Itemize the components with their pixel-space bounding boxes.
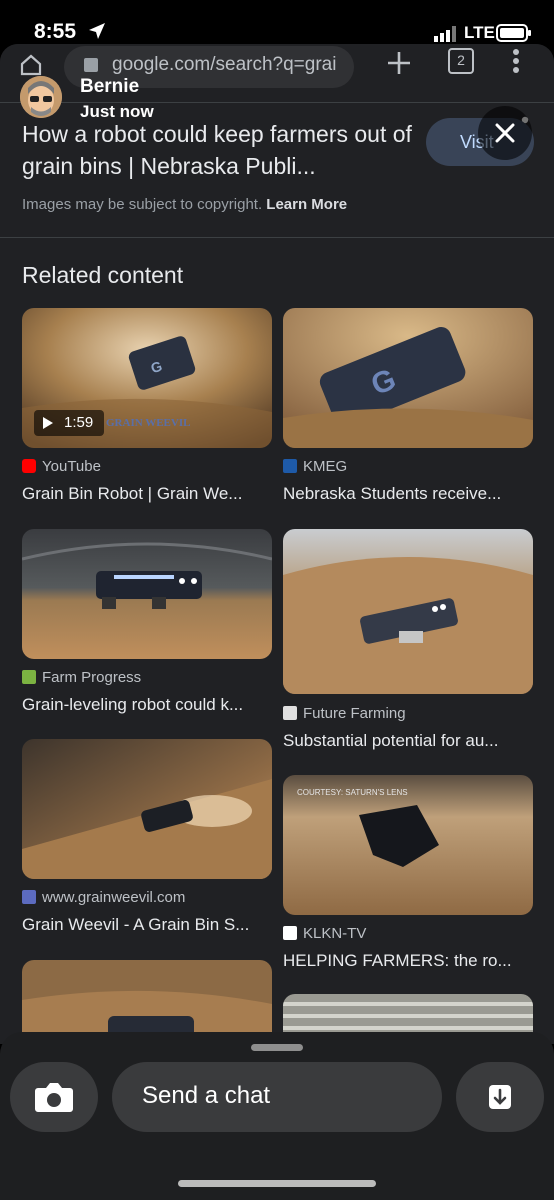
browser-screen: google.com/search?q=grai 2 Bernie Just n… (0, 44, 554, 1044)
divider (0, 237, 554, 238)
copyright-text: Images may be subject to copyright. (22, 196, 263, 213)
home-indicator (178, 1180, 376, 1187)
result-title[interactable]: How a robot could keep farmers out of gr… (22, 118, 422, 182)
source-name: www.grainweevil.com (42, 889, 186, 906)
thumbnail-image[interactable]: COURTESY: SATURN'S LENS (283, 775, 533, 915)
source-name: KLKN-TV (303, 925, 367, 942)
status-time: 8:55 (34, 20, 77, 43)
klkn-icon (283, 926, 297, 940)
thumbnail-image[interactable]: G GRAIN WEEVIL 1:59 (22, 308, 272, 448)
source-label: www.grainweevil.com (22, 889, 185, 906)
camera-icon (35, 1083, 73, 1112)
close-icon (495, 123, 515, 143)
card-title[interactable]: Nebraska Students receive... (283, 484, 533, 504)
network-type: LTE (464, 23, 495, 42)
video-duration: 1:59 (64, 414, 94, 431)
source-name: KMEG (303, 458, 348, 475)
download-button[interactable] (456, 1062, 544, 1132)
kmeg-icon (283, 459, 297, 473)
future-farming-icon (283, 706, 297, 720)
chat-bar: Send a chat (0, 1032, 554, 1200)
source-name: YouTube (42, 458, 101, 475)
card-title[interactable]: Substantial potential for au... (283, 731, 533, 751)
source-name: Farm Progress (42, 669, 142, 686)
card-title[interactable]: Grain-leveling robot could k... (22, 695, 272, 715)
thumbnail-image[interactable] (22, 739, 272, 879)
thumbnail-image[interactable]: G (283, 308, 533, 448)
learn-more-link[interactable]: Learn More (266, 196, 347, 213)
thumbnail-image[interactable] (283, 529, 533, 694)
source-label: KLKN-TV (283, 925, 366, 942)
card-title[interactable]: HELPING FARMERS: the ro... (283, 951, 533, 971)
card-title[interactable]: Grain Weevil - A Grain Bin S... (22, 915, 272, 935)
source-label: YouTube (22, 458, 101, 475)
thumbnail-image[interactable] (22, 529, 272, 659)
youtube-icon (22, 459, 36, 473)
farm-progress-icon (22, 670, 36, 684)
play-icon (43, 417, 53, 429)
grainweevil-icon (22, 890, 36, 904)
lock-icon (84, 58, 98, 72)
related-content-heading: Related content (22, 262, 184, 288)
card-title[interactable]: Grain Bin Robot | Grain We... (22, 484, 272, 504)
url-text: google.com/search?q=grai (112, 54, 337, 75)
drag-handle[interactable] (251, 1044, 303, 1051)
copyright-notice: Images may be subject to copyright. Lear… (22, 196, 347, 213)
source-label: Future Farming (283, 705, 406, 722)
source-name: Future Farming (303, 705, 406, 722)
close-button[interactable] (478, 106, 532, 160)
tab-switcher-button[interactable]: 2 (448, 48, 474, 74)
story-username: Bernie (80, 76, 140, 97)
source-label: KMEG (283, 458, 347, 475)
download-icon (489, 1085, 511, 1109)
avatar[interactable] (20, 76, 62, 118)
chat-placeholder: Send a chat (142, 1082, 271, 1109)
source-label: Farm Progress (22, 669, 141, 686)
video-watermark: GRAIN WEEVIL (106, 417, 190, 429)
image-watermark: COURTESY: SATURN'S LENS (297, 788, 408, 797)
send-chat-input[interactable]: Send a chat (112, 1062, 442, 1132)
browser-menu-icon[interactable] (512, 48, 520, 79)
location-arrow-icon (88, 22, 106, 45)
video-duration-badge: 1:59 (34, 410, 104, 436)
camera-button[interactable] (10, 1062, 98, 1132)
